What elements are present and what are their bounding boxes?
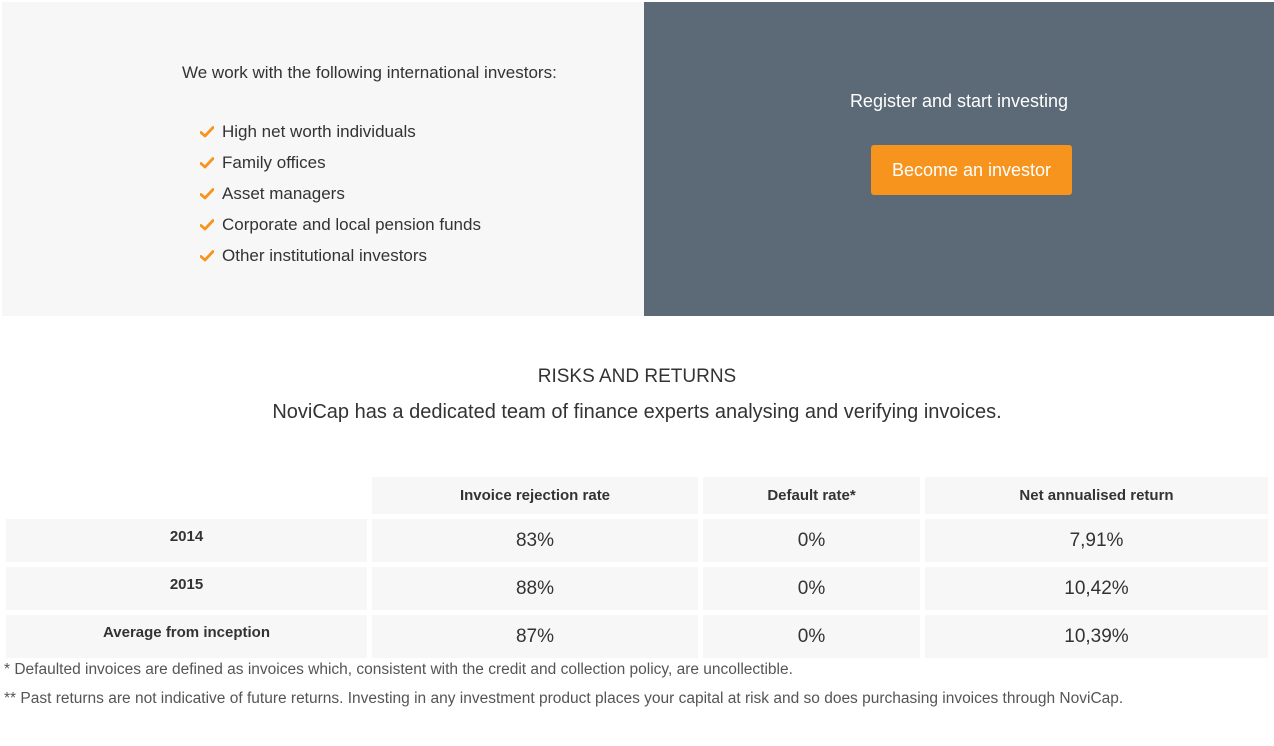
- table-cell: 7,91%: [925, 519, 1268, 562]
- investors-section: We work with the following international…: [2, 2, 1274, 316]
- checkmark-icon: [200, 249, 216, 263]
- section-title: RISKS AND RETURNS: [537, 366, 737, 387]
- investor-type-label: Corporate and local pension funds: [222, 214, 481, 234]
- list-item: Corporate and local pension funds: [200, 209, 481, 240]
- register-panel: Register and start investing Become an i…: [644, 2, 1274, 316]
- column-header-default-rate: Default rate*: [703, 477, 920, 514]
- table-cell: 10,42%: [925, 567, 1268, 610]
- list-item: Asset managers: [200, 178, 481, 209]
- become-investor-button[interactable]: Become an investor: [871, 145, 1072, 195]
- table-cell: 10,39%: [925, 615, 1268, 658]
- checkmark-icon: [200, 218, 216, 232]
- row-label-2014: 2014: [6, 519, 367, 562]
- table-cell: 0%: [703, 615, 920, 658]
- table-cell: 88%: [372, 567, 698, 610]
- table-cell: 0%: [703, 567, 920, 610]
- investor-type-label: Family offices: [222, 152, 326, 172]
- table-cell: 0%: [703, 519, 920, 562]
- footnote-returns: ** Past returns are not indicative of fu…: [4, 690, 1124, 707]
- column-header-rejection-rate: Invoice rejection rate: [372, 477, 698, 514]
- row-label-average: Average from inception: [6, 615, 367, 658]
- investor-type-label: Other institutional investors: [222, 245, 428, 265]
- footnote-default: * Defaulted invoices are defined as invo…: [4, 661, 793, 678]
- list-item: Other institutional investors: [200, 240, 481, 271]
- section-subtitle: NoviCap has a dedicated team of finance …: [272, 401, 1002, 423]
- investor-type-label: High net worth individuals: [222, 121, 416, 141]
- row-label-2015: 2015: [6, 567, 367, 610]
- column-header-net-return: Net annualised return: [925, 477, 1268, 514]
- register-title: Register and start investing: [849, 91, 1069, 111]
- investor-list: High net worth individuals Family office…: [200, 116, 481, 271]
- table-cell: 83%: [372, 519, 698, 562]
- investors-intro: We work with the following international…: [182, 63, 557, 82]
- table-cell: 87%: [372, 615, 698, 658]
- investor-types-panel: We work with the following international…: [2, 2, 644, 316]
- checkmark-icon: [200, 125, 216, 139]
- list-item: Family offices: [200, 147, 481, 178]
- list-item: High net worth individuals: [200, 116, 481, 147]
- checkmark-icon: [200, 156, 216, 170]
- investor-type-label: Asset managers: [222, 183, 345, 203]
- checkmark-icon: [200, 187, 216, 201]
